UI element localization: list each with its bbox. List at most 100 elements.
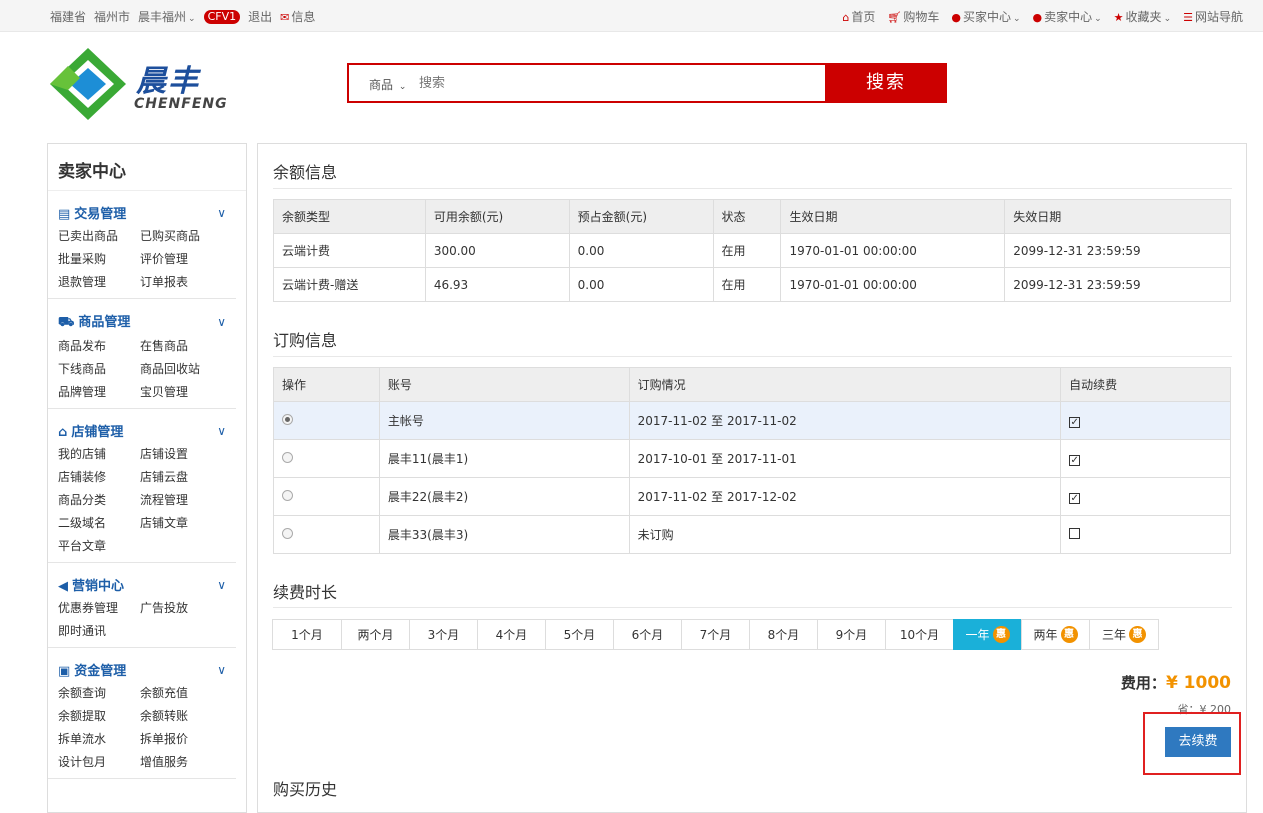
duration-option[interactable]: 3个月 [409, 619, 478, 650]
truck-icon: ⛟ [58, 315, 75, 330]
duration-option[interactable]: 4个月 [477, 619, 546, 650]
duration-option[interactable]: 10个月 [885, 619, 954, 650]
sidebar-section: ▤ 交易管理 ∨ 已卖出商品 已购买商品 批量采购 评价管理 退款管理 订单报表 [48, 191, 236, 299]
chevron-down-icon: ∨ [217, 577, 226, 592]
sidebar-link[interactable]: 拆单报价 [140, 730, 222, 747]
sidebar-link[interactable]: 商品分类 [58, 491, 140, 508]
sidebar-link[interactable]: 优惠券管理 [58, 599, 140, 616]
logo[interactable]: 晨丰 CHENFENG [48, 46, 243, 122]
sidebar-link[interactable]: 评价管理 [140, 250, 222, 267]
duration-option[interactable]: 一年惠 [953, 619, 1022, 650]
sidebar-link[interactable]: 店铺文章 [140, 514, 222, 531]
sidebar-section-title[interactable]: ◀ 营销中心 ∨ [58, 575, 226, 595]
duration-option[interactable]: 5个月 [545, 619, 614, 650]
duration-option[interactable]: 8个月 [749, 619, 818, 650]
sidebar-link[interactable]: 余额充值 [140, 684, 222, 701]
renew-button[interactable]: 去续费 [1165, 727, 1231, 757]
subscription-cell: 2017-11-02 至 2017-11-02 [628, 401, 1062, 440]
buyer-center-menu[interactable]: ● 买家中心 ⌄ [951, 8, 1020, 25]
column-header: 订购情况 [628, 367, 1062, 402]
search-input[interactable] [419, 69, 819, 97]
table-cell: 在用 [712, 233, 782, 268]
sidebar-link[interactable]: 余额转账 [140, 707, 222, 724]
duration-option[interactable]: 两年惠 [1021, 619, 1090, 650]
sidebar-link[interactable]: 二级域名 [58, 514, 140, 531]
sidebar-links: 商品发布 在售商品 下线商品 商品回收站 品牌管理 宝贝管理 [58, 337, 226, 400]
table-cell: 云端计费 [273, 233, 426, 268]
duration-option[interactable]: 1个月 [272, 619, 342, 650]
auto-renew-checkbox[interactable]: ✓ [1069, 492, 1081, 504]
site-nav-menu[interactable]: ☰ 网站导航 [1183, 8, 1243, 25]
city-label: 福州市 [94, 10, 131, 24]
duration-option[interactable]: 两个月 [341, 619, 410, 650]
sidebar-section-title[interactable]: ⛟ 商品管理 ∨ [58, 311, 226, 332]
sidebar-section-title[interactable]: ▣ 资金管理 ∨ [58, 660, 226, 680]
sidebar-link[interactable]: 拆单流水 [58, 730, 140, 747]
sidebar-section-title[interactable]: ▤ 交易管理 ∨ [58, 203, 226, 223]
sidebar-link[interactable]: 增值服务 [140, 753, 222, 770]
account-radio[interactable] [282, 527, 293, 539]
sidebar-link[interactable]: 订单报表 [140, 273, 222, 290]
sidebar-link[interactable]: 设计包月 [58, 753, 140, 770]
cart-link[interactable]: 🛒︎ 购物车 [887, 8, 939, 25]
sidebar-link[interactable]: 下线商品 [58, 360, 140, 377]
sidebar-link[interactable]: 我的店铺 [58, 445, 140, 462]
balance-table: 余额类型 可用余额(元) 预占金额(元) 状态 生效日期 失效日期 云端计费 300.00 0… [273, 199, 1231, 302]
duration-option[interactable]: 9个月 [817, 619, 886, 650]
account-radio[interactable] [282, 489, 293, 501]
sidebar-section-title[interactable]: ⌂ 店铺管理 ∨ [58, 421, 226, 441]
account-radio[interactable] [282, 451, 293, 463]
sidebar-section: ⌂ 店铺管理 ∨ 我的店铺 店铺设置 店铺装修 店铺云盘 商品分类 流程管理 二级域名 店铺文章 平台… [48, 409, 236, 563]
sidebar-link[interactable]: 品牌管理 [58, 383, 140, 400]
table-cell: 0.00 [568, 267, 714, 302]
sidebar-link[interactable]: 已卖出商品 [58, 227, 140, 244]
sidebar-link[interactable]: 店铺装修 [58, 468, 140, 485]
sidebar-link[interactable]: 即时通讯 [58, 622, 140, 639]
sidebar-link[interactable]: 商品回收站 [140, 360, 222, 377]
star-icon: ★ [1113, 11, 1124, 24]
sidebar-section-label: ▤ 交易管理 [58, 207, 127, 222]
messages-link[interactable]: ✉ 信息 [280, 8, 315, 25]
fee-amount: ¥ 1000 [1165, 673, 1231, 693]
table-row[interactable]: 晨丰33(晨丰3) 未订购 [273, 515, 1231, 554]
table-cell: 1970-01-01 00:00:00 [780, 267, 1006, 302]
sidebar-link[interactable]: 商品发布 [58, 337, 140, 354]
sidebar-link[interactable]: 店铺云盘 [140, 468, 222, 485]
logout-link[interactable]: 退出 [248, 8, 272, 25]
search-category-select[interactable]: 商品 ⌄ [369, 76, 406, 93]
duration-option[interactable]: 7个月 [681, 619, 750, 650]
sidebar-link[interactable]: 余额查询 [58, 684, 140, 701]
sidebar-link[interactable]: 平台文章 [58, 537, 140, 554]
search-button[interactable]: 搜索 [825, 63, 947, 103]
volume-icon: ◀ [58, 579, 68, 594]
sidebar-link[interactable]: 广告投放 [140, 599, 222, 616]
subscription-cell: 未订购 [628, 515, 1062, 554]
sidebar-link[interactable]: 在售商品 [140, 337, 222, 354]
table-cell: 2099-12-31 23:59:59 [1004, 233, 1231, 268]
account-cell: 晨丰22(晨丰2) [378, 477, 630, 516]
sidebar-link[interactable]: 余额提取 [58, 707, 140, 724]
sidebar-link[interactable]: 已购买商品 [140, 227, 222, 244]
sidebar-link[interactable]: 店铺设置 [140, 445, 222, 462]
account-radio[interactable] [282, 413, 293, 425]
user-icon: ● [1032, 11, 1043, 24]
table-row[interactable]: 主帐号 2017-11-02 至 2017-11-02 ✓ [273, 401, 1231, 440]
duration-options: 1个月 两个月 3个月 4个月 5个月 6个月 7个月 8个月 9个月 10个月 一年惠两年惠三年惠 [272, 619, 1159, 650]
table-cell: 2099-12-31 23:59:59 [1004, 267, 1231, 302]
sidebar-link[interactable]: 批量采购 [58, 250, 140, 267]
table-row[interactable]: 晨丰22(晨丰2) 2017-11-02 至 2017-12-02 ✓ [273, 477, 1231, 516]
auto-renew-checkbox[interactable]: ✓ [1069, 454, 1081, 466]
column-header: 自动续费 [1060, 367, 1231, 402]
auto-renew-checkbox[interactable] [1069, 527, 1081, 539]
shop-switcher[interactable]: 晨丰福州 ⌄ [138, 8, 196, 25]
sidebar-link[interactable]: 流程管理 [140, 491, 222, 508]
auto-renew-checkbox[interactable]: ✓ [1069, 416, 1081, 428]
seller-center-menu[interactable]: ● 卖家中心 ⌄ [1033, 8, 1102, 25]
home-link[interactable]: ⌂ 首页 [842, 8, 875, 25]
sidebar-link[interactable]: 退款管理 [58, 273, 140, 290]
sidebar-link[interactable]: 宝贝管理 [140, 383, 222, 400]
duration-option[interactable]: 6个月 [613, 619, 682, 650]
duration-option[interactable]: 三年惠 [1089, 619, 1159, 650]
favorites-menu[interactable]: ★ 收藏夹 ⌄ [1114, 8, 1171, 25]
table-row[interactable]: 晨丰11(晨丰1) 2017-10-01 至 2017-11-01 ✓ [273, 439, 1231, 478]
